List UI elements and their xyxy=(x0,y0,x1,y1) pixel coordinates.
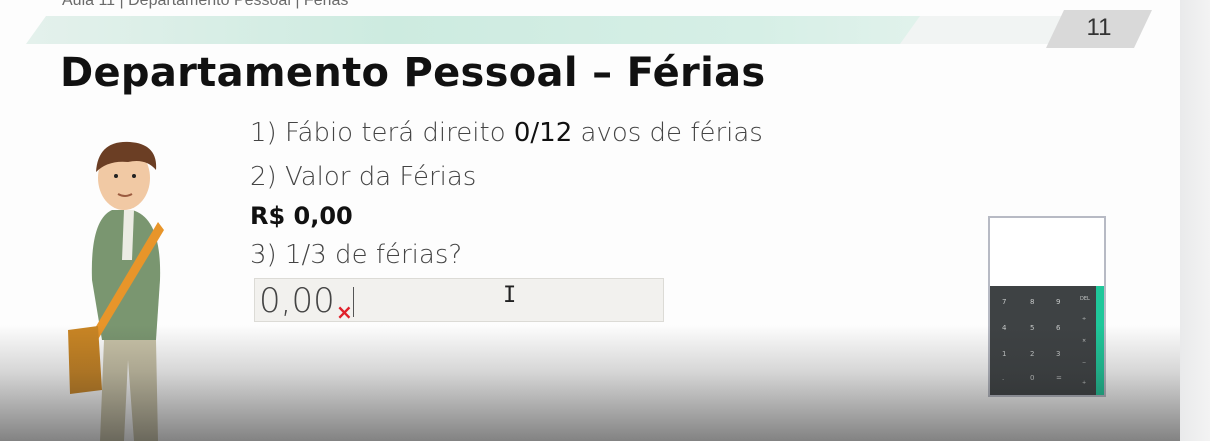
character-illustration xyxy=(68,141,164,441)
calc-key-divide[interactable]: ÷ xyxy=(1082,316,1086,322)
page-number: 11 xyxy=(1086,14,1112,41)
right-edge-strip xyxy=(1180,0,1210,441)
presentation-slide: Aula 11 | Departamento Pessoal | Férias … xyxy=(0,0,1180,441)
calculator-display xyxy=(990,218,1104,286)
question-2: 2) Valor da Férias xyxy=(250,162,477,192)
calc-key-1[interactable]: 1 xyxy=(1002,350,1006,358)
calc-key-9[interactable]: 9 xyxy=(1056,298,1060,306)
calculator-operator-strip[interactable] xyxy=(1096,286,1104,395)
answer-input-value: 0,00 xyxy=(259,281,335,321)
calc-key-6[interactable]: 6 xyxy=(1056,324,1060,332)
calc-key-3[interactable]: 3 xyxy=(1056,350,1060,358)
question-1: 1) Fábio terá direito 0/12 avos de féria… xyxy=(250,118,763,148)
calc-key-2[interactable]: 2 xyxy=(1030,350,1034,358)
error-mark-icon: × xyxy=(336,300,353,324)
calculator-keypad: 7 8 9 DEL 4 5 6 ÷ 1 2 3 × . 0 = − + xyxy=(990,286,1096,395)
character-eye-right xyxy=(132,174,136,178)
text-caret xyxy=(353,287,354,317)
calc-key-7[interactable]: 7 xyxy=(1002,298,1006,306)
question-1-bold: 0/12 xyxy=(513,118,573,148)
question-1-suffix: avos de férias xyxy=(572,118,763,148)
calculator-widget: 7 8 9 DEL 4 5 6 ÷ 1 2 3 × . 0 = − + xyxy=(988,216,1106,397)
calc-key-4[interactable]: 4 xyxy=(1002,324,1006,332)
answer-input[interactable]: 0,00 I xyxy=(254,278,664,322)
calc-key-equals[interactable]: = xyxy=(1056,374,1062,382)
character-pants xyxy=(100,340,158,441)
calc-key-plus[interactable]: + xyxy=(1082,380,1086,386)
slide-title: Departamento Pessoal – Férias xyxy=(60,50,766,96)
question-2-answer: R$ 0,00 xyxy=(250,202,353,230)
calc-key-0[interactable]: 0 xyxy=(1030,374,1034,382)
character-eye-left xyxy=(114,174,118,178)
character-shirt xyxy=(122,210,134,260)
text-cursor-icon: I xyxy=(503,283,517,308)
question-3: 3) 1/3 de férias? xyxy=(250,240,463,270)
calc-key-8[interactable]: 8 xyxy=(1030,298,1034,306)
calc-key-dot[interactable]: . xyxy=(1002,374,1004,382)
calc-key-minus[interactable]: − xyxy=(1082,360,1086,366)
character-bag xyxy=(68,326,102,394)
slide-breadcrumb: Aula 11 | Departamento Pessoal | Férias xyxy=(62,0,349,9)
calc-key-multiply[interactable]: × xyxy=(1082,338,1086,344)
calc-key-5[interactable]: 5 xyxy=(1030,324,1034,332)
question-1-prefix: 1) Fábio terá direito xyxy=(250,118,514,148)
calc-key-del[interactable]: DEL xyxy=(1080,296,1090,302)
